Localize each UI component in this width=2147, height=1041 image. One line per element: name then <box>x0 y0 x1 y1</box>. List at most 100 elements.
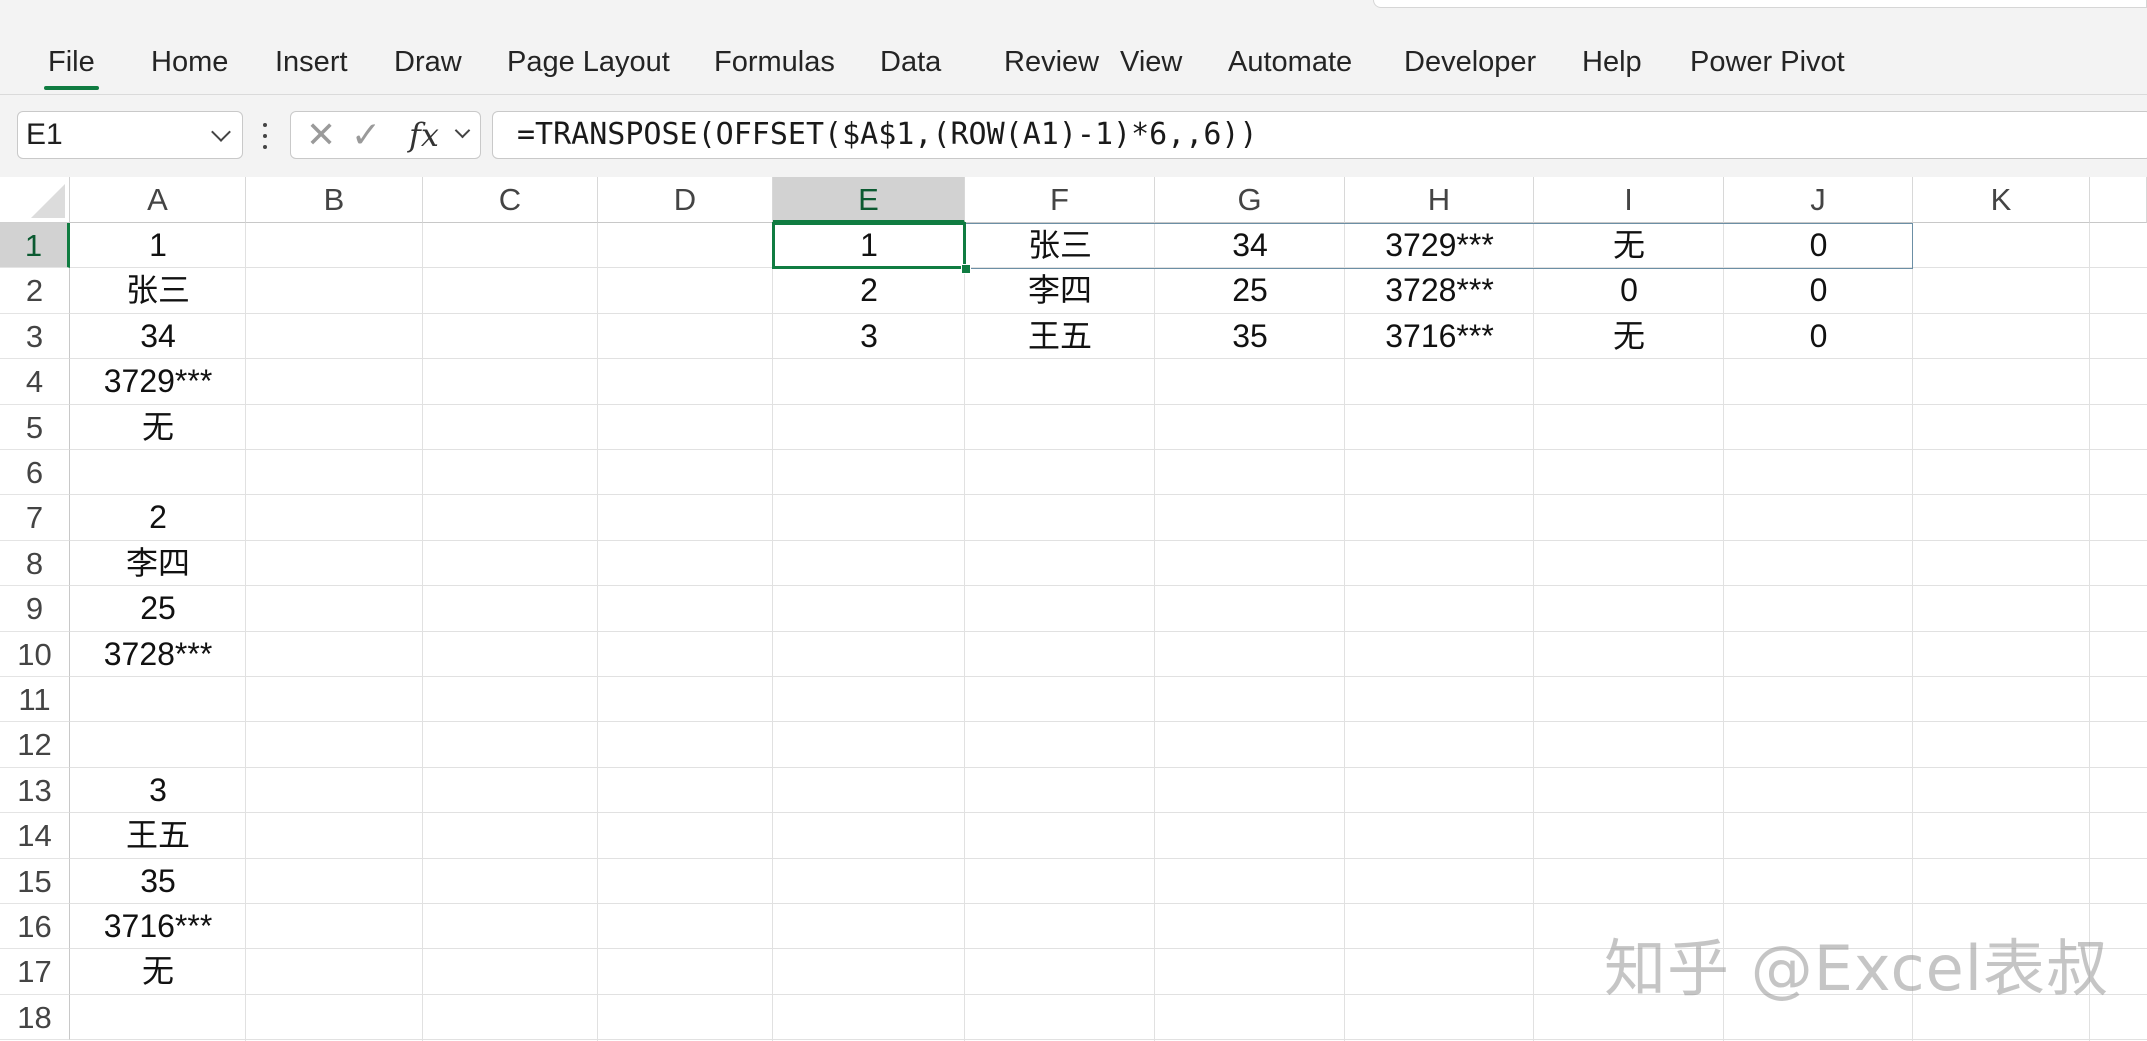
name-box-value[interactable]: E1 <box>26 112 63 158</box>
ribbon-tab-bar: File Home Insert Draw Page Layout Formulas Dat… <box>0 0 2147 95</box>
column-header-c[interactable]: C <box>423 177 598 223</box>
formula-input[interactable]: =TRANSPOSE(OFFSET($A$1,(ROW(A1)-1)*6,,6)… <box>492 111 2147 159</box>
cell-a1[interactable]: 1 <box>70 223 246 268</box>
watermark: 知乎 @Excel表叔 <box>1604 932 2109 1005</box>
row-header-6[interactable]: 6 <box>0 450 70 496</box>
cell-h1[interactable]: 3729*** <box>1345 223 1534 268</box>
cell-a2[interactable]: 张三 <box>70 268 246 313</box>
row-header-2[interactable]: 2 <box>0 268 70 314</box>
column-header-j[interactable]: J <box>1724 177 1913 223</box>
row-header-4[interactable]: 4 <box>0 359 70 405</box>
grid-line <box>70 812 2147 814</box>
cell-e3[interactable]: 3 <box>773 314 965 359</box>
cell-a16[interactable]: 3716*** <box>70 904 246 949</box>
tab-home[interactable]: Home <box>151 38 228 86</box>
cell-h2[interactable]: 3728*** <box>1345 268 1534 313</box>
row-header-8[interactable]: 8 <box>0 540 70 587</box>
tab-review[interactable]: Review <box>1004 38 1099 86</box>
cell-a10[interactable]: 3728*** <box>70 632 246 677</box>
enter-check-icon[interactable]: ✓ <box>351 117 381 153</box>
cell-a17[interactable]: 无 <box>70 949 246 994</box>
row-header-15[interactable]: 15 <box>0 858 70 904</box>
cell-j3[interactable]: 0 <box>1724 314 1913 359</box>
cell-g3[interactable]: 35 <box>1155 314 1345 359</box>
column-header-h[interactable]: H <box>1345 177 1534 223</box>
grid-line <box>70 494 2147 496</box>
cell-a4[interactable]: 3729*** <box>70 359 246 404</box>
row-header-13[interactable]: 13 <box>0 767 70 814</box>
grid-line <box>70 857 2147 859</box>
tab-automate[interactable]: Automate <box>1228 38 1352 86</box>
cell-g2[interactable]: 25 <box>1155 268 1345 313</box>
spreadsheet-grid[interactable]: A B C D E F G H I J K 1 2 3 4 5 6 7 8 9 10 11 12 13 14 15 16 17 18 1 张… <box>0 177 2147 1041</box>
tab-help[interactable]: Help <box>1582 38 1642 86</box>
cell-a8[interactable]: 李四 <box>70 541 246 586</box>
cell-j2[interactable]: 0 <box>1724 268 1913 313</box>
tab-draw[interactable]: Draw <box>394 38 462 86</box>
column-header-b[interactable]: B <box>246 177 423 223</box>
grid-line <box>70 585 2147 587</box>
column-header-a[interactable]: A <box>70 177 246 223</box>
cell-a7[interactable]: 2 <box>70 495 246 540</box>
cell-i2[interactable]: 0 <box>1534 268 1724 313</box>
tab-page-layout[interactable]: Page Layout <box>507 38 670 86</box>
tab-power-pivot[interactable]: Power Pivot <box>1690 38 1845 86</box>
grid-line <box>70 721 2147 723</box>
cell-g1[interactable]: 34 <box>1155 223 1345 268</box>
column-header-k[interactable]: K <box>1913 177 2090 223</box>
tab-formulas[interactable]: Formulas <box>714 38 835 86</box>
row-header-10[interactable]: 10 <box>0 631 70 677</box>
fill-handle[interactable] <box>961 264 971 275</box>
tab-view[interactable]: View <box>1120 38 1182 86</box>
cell-i1[interactable]: 无 <box>1534 223 1724 268</box>
insert-function-icon[interactable]: fx <box>409 114 439 156</box>
grid-line <box>70 676 2147 677</box>
formula-controls: ✕ ✓ fx <box>290 111 481 159</box>
cell-f3[interactable]: 王五 <box>965 314 1155 359</box>
row-header-17[interactable]: 17 <box>0 949 70 995</box>
row-header-7[interactable]: 7 <box>0 495 70 541</box>
row-header-1[interactable]: 1 <box>0 223 70 269</box>
cancel-icon[interactable]: ✕ <box>306 117 336 153</box>
column-header-i[interactable]: I <box>1534 177 1724 223</box>
cell-i3[interactable]: 无 <box>1534 314 1724 359</box>
tab-file[interactable]: File <box>44 38 99 90</box>
cell-a15[interactable]: 35 <box>70 859 246 904</box>
grid-line <box>70 1039 2147 1041</box>
cell-e2[interactable]: 2 <box>773 268 965 313</box>
window-edge <box>1373 0 2147 8</box>
row-header-11[interactable]: 11 <box>0 677 70 723</box>
row-header-14[interactable]: 14 <box>0 813 70 859</box>
tab-data[interactable]: Data <box>880 38 941 86</box>
cell-a13[interactable]: 3 <box>70 768 246 813</box>
select-all-corner[interactable] <box>0 177 70 223</box>
cell-a14[interactable]: 王五 <box>70 813 246 858</box>
column-header-e[interactable]: E <box>773 177 965 223</box>
grid-line <box>422 223 423 1041</box>
row-header-18[interactable]: 18 <box>0 994 70 1041</box>
row-header-3[interactable]: 3 <box>0 313 70 360</box>
column-header-f[interactable]: F <box>965 177 1155 223</box>
cell-a9[interactable]: 25 <box>70 586 246 631</box>
cell-a3[interactable]: 34 <box>70 314 246 359</box>
cell-h3[interactable]: 3716*** <box>1345 314 1534 359</box>
cell-f2[interactable]: 李四 <box>965 268 1155 313</box>
row-header-12[interactable]: 12 <box>0 722 70 768</box>
name-box[interactable]: E1 <box>17 111 243 159</box>
cell-a5[interactable]: 无 <box>70 405 246 450</box>
more-options-icon[interactable] <box>263 123 267 151</box>
chevron-down-icon[interactable] <box>454 122 471 139</box>
column-header-d[interactable]: D <box>598 177 773 223</box>
row-header-16[interactable]: 16 <box>0 904 70 950</box>
tab-developer[interactable]: Developer <box>1404 38 1536 86</box>
chevron-down-icon[interactable] <box>211 122 231 142</box>
active-cell-e1[interactable] <box>772 222 966 270</box>
row-header-9[interactable]: 9 <box>0 586 70 632</box>
cell-j1[interactable]: 0 <box>1724 223 1913 268</box>
cell-f1[interactable]: 张三 <box>965 223 1155 268</box>
column-header-g[interactable]: G <box>1155 177 1345 223</box>
row-header-5[interactable]: 5 <box>0 404 70 450</box>
grid-line <box>70 403 2147 405</box>
formula-text[interactable]: =TRANSPOSE(OFFSET($A$1,(ROW(A1)-1)*6,,6)… <box>517 112 1258 158</box>
tab-insert[interactable]: Insert <box>275 38 348 86</box>
